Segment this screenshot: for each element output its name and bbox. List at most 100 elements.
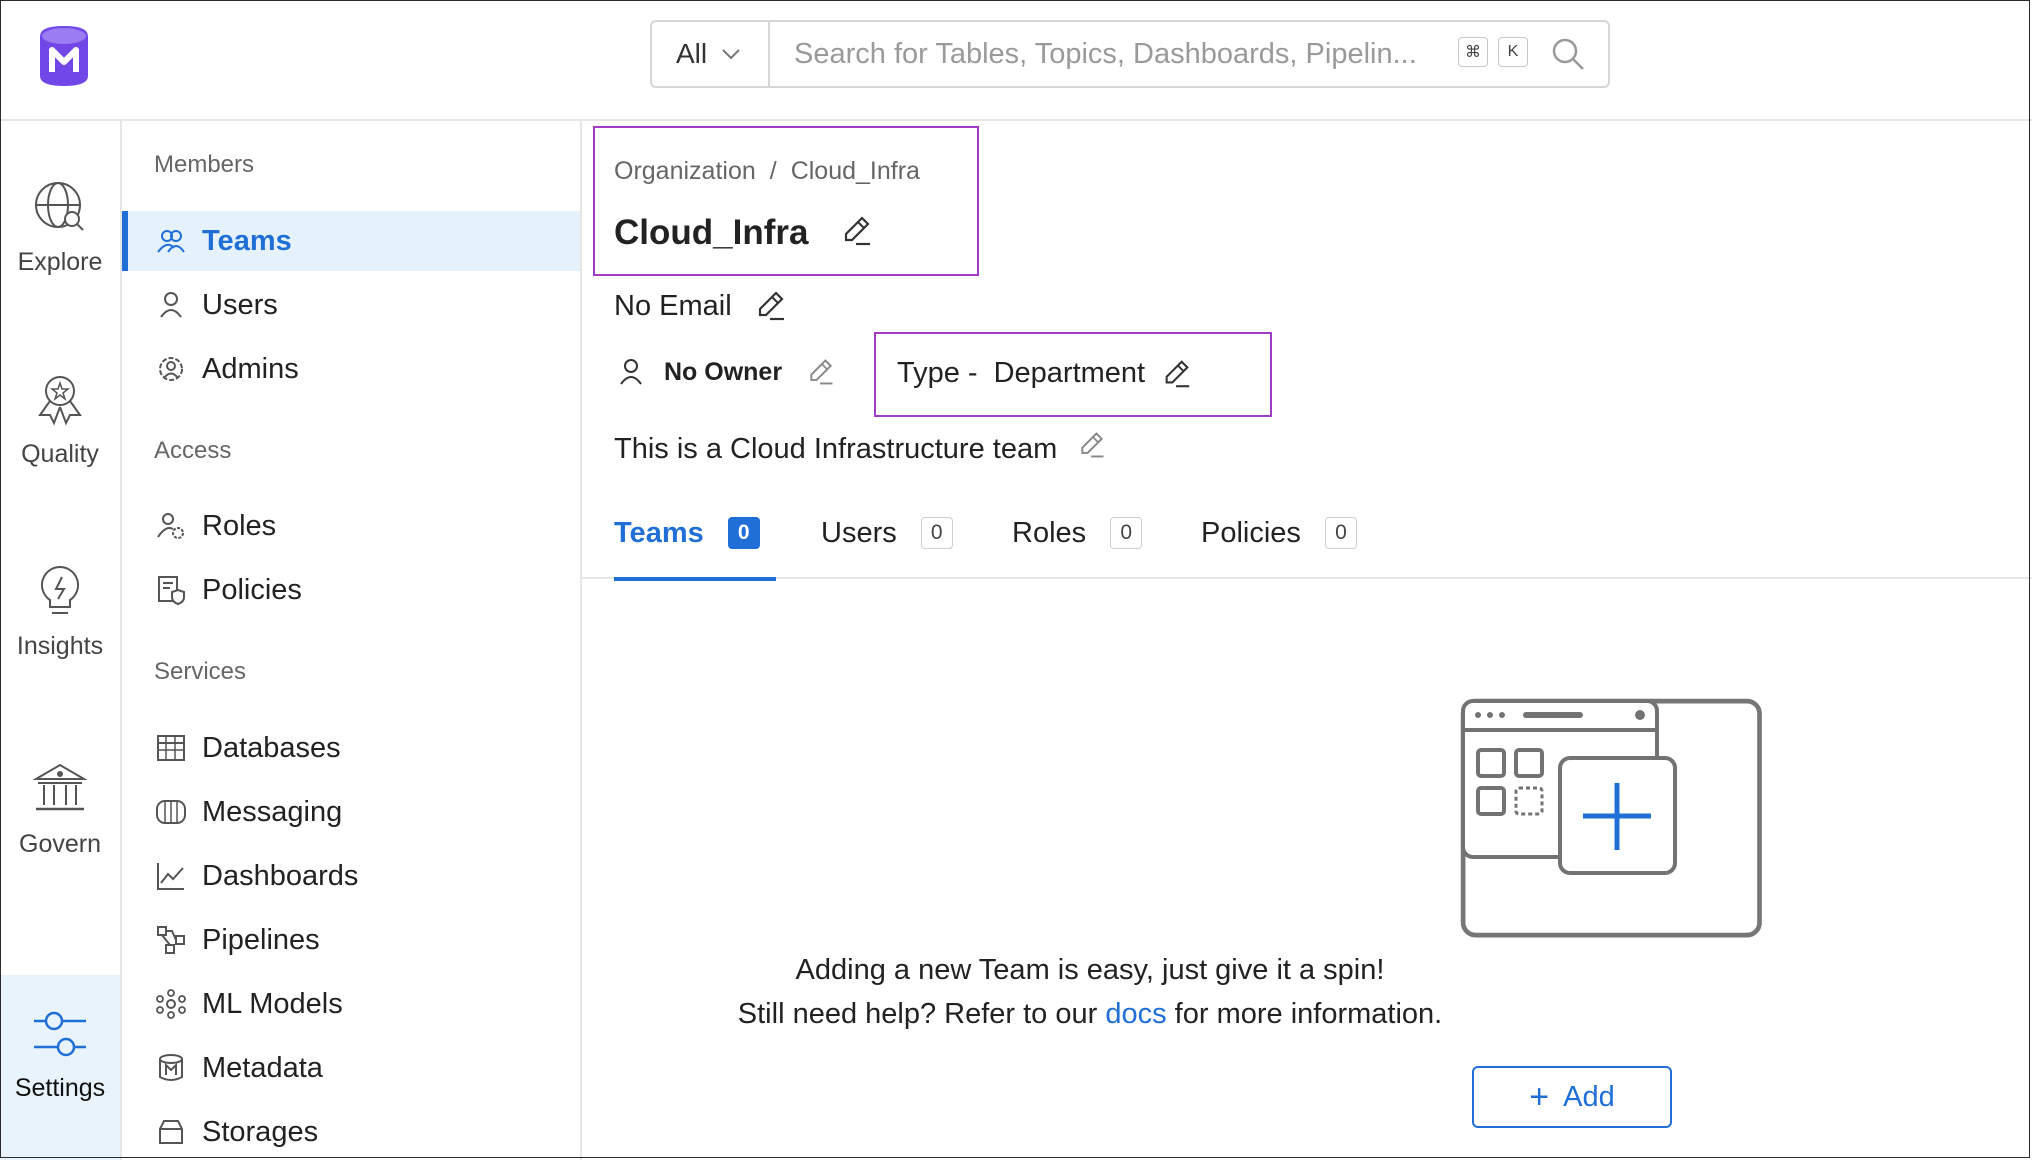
- sidebar-item-admins[interactable]: Admins: [122, 339, 580, 399]
- edit-name-icon[interactable]: [840, 214, 874, 248]
- sidebar-item-policies[interactable]: Policies: [122, 560, 580, 620]
- docs-link[interactable]: docs: [1105, 998, 1166, 1030]
- empty-state-line2-prefix: Still need help? Refer to our: [737, 998, 1098, 1030]
- search-scope-label: All: [676, 38, 708, 69]
- sidebar-item-label: Users: [202, 288, 278, 321]
- policy-icon: [154, 573, 188, 607]
- breadcrumb-root-link[interactable]: Organization: [614, 157, 756, 185]
- storage-icon: [154, 1115, 188, 1149]
- empty-state-message: Adding a new Team is easy, just give it …: [610, 948, 1570, 992]
- sidebar-item-teams[interactable]: Teams: [122, 211, 580, 271]
- email-row: No Email: [614, 289, 788, 323]
- sidebar-item-dashboards[interactable]: Dashboards: [122, 846, 580, 906]
- user-icon: [620, 359, 642, 385]
- empty-state-line2-suffix: for more information.: [1174, 998, 1443, 1030]
- add-team-button[interactable]: + Add: [1472, 1066, 1672, 1128]
- nav-settings[interactable]: Settings: [0, 975, 120, 1160]
- team-email: No Email: [614, 289, 732, 322]
- team-description: This is a Cloud Infrastructure team: [614, 433, 1058, 465]
- chevron-down-icon: [722, 49, 740, 60]
- search-scope-dropdown[interactable]: All: [652, 22, 770, 86]
- ml-model-icon: [154, 987, 188, 1021]
- sidebar-item-users[interactable]: Users: [122, 275, 580, 335]
- sidebar-item-storages[interactable]: Storages: [122, 1102, 580, 1162]
- database-table-icon: [154, 731, 188, 765]
- insights-icon: [40, 565, 80, 614]
- sidebar-item-label: Roles: [202, 509, 277, 542]
- sidebar-item-ml-models[interactable]: ML Models: [122, 974, 580, 1034]
- govern-icon: [32, 763, 88, 811]
- sidebar-item-messaging[interactable]: Messaging: [122, 782, 580, 842]
- sidebar-item-label: Storages: [202, 1115, 319, 1148]
- team-type-label: Type -: [897, 357, 978, 389]
- primary-nav: Explore Quality Insights Govern Settings: [0, 121, 122, 1160]
- nav-insights[interactable]: Insights: [0, 563, 120, 661]
- title-highlight-box: [593, 126, 979, 276]
- owner-row: No Owner: [618, 357, 836, 387]
- edit-email-icon[interactable]: [754, 289, 788, 323]
- tab-teams[interactable]: Teams 0: [614, 517, 776, 581]
- sidebar-item-label: Databases: [202, 731, 341, 764]
- settings-sidebar: Members Teams Users Admins Access Roles …: [122, 121, 582, 1160]
- tab-count-badge: 0: [727, 517, 760, 549]
- nav-label: Quality: [21, 440, 99, 468]
- page-title: Cloud_Infra: [614, 213, 874, 253]
- sidebar-item-label: Policies: [202, 573, 302, 606]
- sidebar-item-label: Messaging: [202, 795, 343, 828]
- sidebar-item-pipelines[interactable]: Pipelines: [122, 910, 580, 970]
- quality-icon: [38, 376, 82, 426]
- sidebar-item-databases[interactable]: Databases: [122, 718, 580, 778]
- metadata-icon: [154, 1051, 188, 1085]
- edit-owner-icon[interactable]: [806, 357, 836, 387]
- empty-state-help: Still need help? Refer to our docs for m…: [610, 992, 1570, 1036]
- tab-label: Users: [821, 517, 897, 549]
- nav-label: Insights: [16, 632, 104, 660]
- tab-label: Roles: [1012, 517, 1087, 549]
- tab-policies[interactable]: Policies 0: [1201, 517, 1357, 577]
- sidebar-item-label: Pipelines: [202, 923, 320, 956]
- sidebar-item-label: Dashboards: [202, 859, 359, 892]
- tab-label: Policies: [1201, 517, 1301, 549]
- nav-explore[interactable]: Explore: [0, 179, 120, 277]
- top-bar: All Search for Tables, Topics, Dashboard…: [0, 0, 2032, 121]
- team-owner: No Owner: [664, 357, 783, 386]
- add-button-label: Add: [1563, 1080, 1615, 1113]
- tab-roles[interactable]: Roles 0: [1012, 517, 1143, 577]
- search-icon[interactable]: [1550, 36, 1586, 72]
- breadcrumb-current: Cloud_Infra: [790, 157, 920, 185]
- tab-users[interactable]: Users 0: [821, 517, 953, 577]
- nav-label: Govern: [19, 830, 101, 858]
- nav-govern[interactable]: Govern: [0, 761, 120, 859]
- sidebar-item-label: ML Models: [202, 987, 343, 1020]
- explore-icon: [35, 182, 84, 231]
- global-search: All Search for Tables, Topics, Dashboard…: [650, 20, 1610, 88]
- openmetadata-logo-icon[interactable]: [36, 24, 92, 88]
- tab-count-badge: 0: [920, 517, 953, 549]
- nav-label: Explore: [17, 248, 103, 276]
- section-header-members: Members: [154, 151, 255, 178]
- section-header-access: Access: [154, 437, 232, 464]
- nav-quality[interactable]: Quality: [0, 371, 120, 469]
- tab-label: Teams: [614, 517, 704, 549]
- search-input[interactable]: Search for Tables, Topics, Dashboards, P…: [794, 22, 1444, 86]
- breadcrumb-separator: /: [769, 157, 777, 185]
- tab-count-badge: 0: [1324, 517, 1357, 549]
- k-key-hint: K: [1498, 37, 1528, 67]
- team-type-row: Type - Department: [897, 357, 1193, 390]
- sidebar-item-roles[interactable]: Roles: [122, 496, 580, 556]
- breadcrumb: Organization / Cloud_Infra: [614, 157, 920, 186]
- user-icon: [154, 288, 188, 322]
- teams-icon: [154, 224, 188, 258]
- edit-type-icon[interactable]: [1161, 358, 1193, 390]
- nav-label: Settings: [14, 1074, 106, 1102]
- admin-icon: [154, 352, 188, 386]
- edit-description-icon[interactable]: [1077, 430, 1107, 460]
- team-tabs: Teams 0 Users 0 Roles 0 Policies 0: [582, 517, 2032, 581]
- team-name: Cloud_Infra: [614, 213, 809, 252]
- section-header-services: Services: [154, 658, 247, 685]
- team-type-value: Department: [993, 357, 1146, 389]
- sidebar-item-metadata[interactable]: Metadata: [122, 1038, 580, 1098]
- tab-count-badge: 0: [1110, 517, 1143, 549]
- sidebar-item-label: Teams: [202, 224, 292, 257]
- settings-icon: [34, 1011, 86, 1057]
